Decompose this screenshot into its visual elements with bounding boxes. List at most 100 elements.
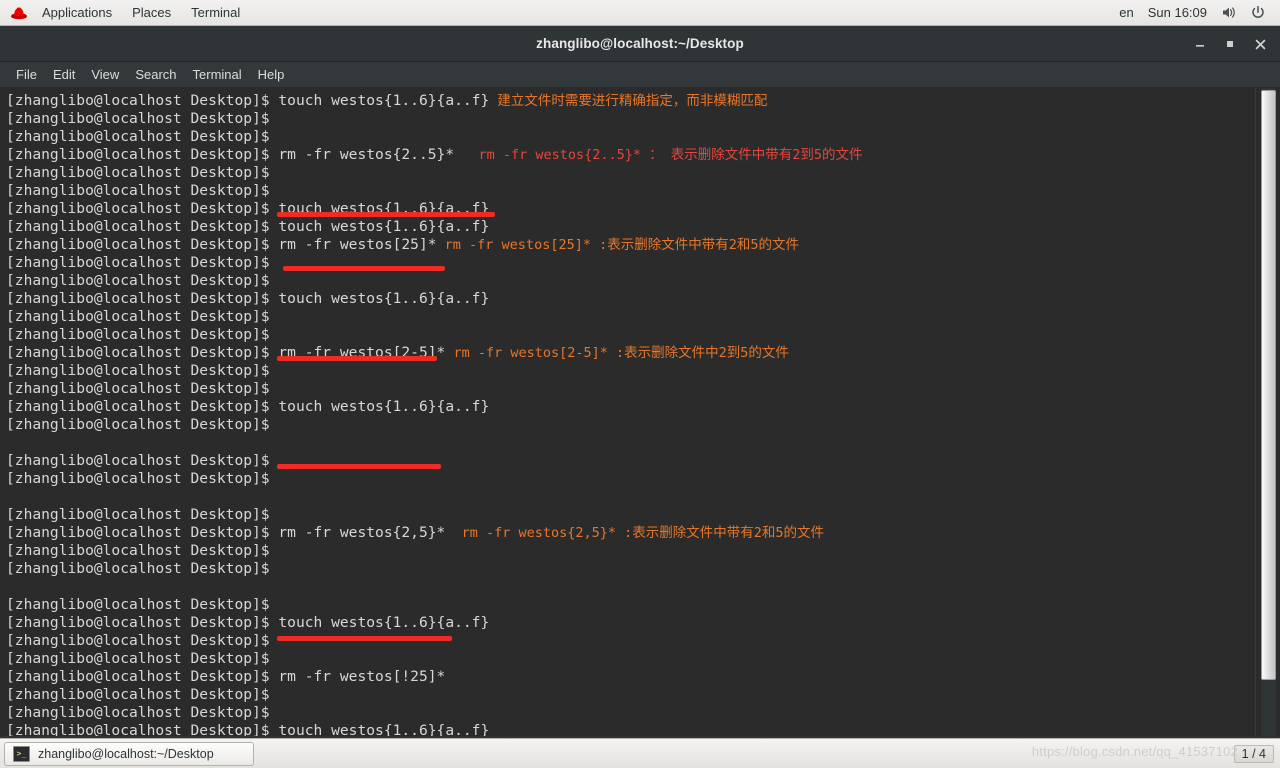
terminal-text-output[interactable]: [zhanglibo@localhost Desktop]$ touch wes… (0, 88, 1256, 736)
menubar-search[interactable]: Search (127, 62, 184, 87)
shell-prompt: [zhanglibo@localhost Desktop]$ (6, 380, 270, 397)
terminal-line: [zhanglibo@localhost Desktop]$ touch wes… (6, 218, 1256, 236)
shell-prompt: [zhanglibo@localhost Desktop]$ (6, 506, 270, 523)
terminal-line: [zhanglibo@localhost Desktop]$ rm -fr we… (6, 236, 1256, 254)
menu-applications-label: Applications (42, 5, 113, 20)
terminal-line: [zhanglibo@localhost Desktop]$ (6, 128, 1256, 146)
workspace-indicator[interactable]: 1 / 4 (1233, 744, 1274, 763)
screen: Applications Places Terminal en Sun 16:0… (0, 0, 1280, 768)
shell-prompt: [zhanglibo@localhost Desktop]$ (6, 326, 270, 343)
shell-prompt: [zhanglibo@localhost Desktop]$ (6, 596, 270, 613)
menu-applications[interactable]: Applications (32, 0, 122, 25)
terminal-line: [zhanglibo@localhost Desktop]$ (6, 704, 1256, 722)
terminal-line: [zhanglibo@localhost Desktop]$ (6, 254, 1256, 272)
menu-terminal[interactable]: Terminal (181, 0, 250, 25)
menubar-terminal[interactable]: Terminal (185, 62, 250, 87)
terminal-line: [zhanglibo@localhost Desktop]$ (6, 110, 1256, 128)
shell-command: rm -fr westos{2..5}* (269, 146, 455, 163)
menubar-edit[interactable]: Edit (45, 62, 83, 87)
annotation-text: rm -fr westos[2-5]* :表示删除文件中2到5的文件 (445, 345, 789, 361)
menu-terminal-label: Terminal (191, 5, 241, 20)
window-controls (1186, 26, 1274, 62)
terminal-line: [zhanglibo@localhost Desktop]$ (6, 650, 1256, 668)
shell-prompt: [zhanglibo@localhost Desktop]$ (6, 200, 270, 217)
minimize-icon[interactable] (1186, 30, 1214, 58)
terminal-line: [zhanglibo@localhost Desktop]$ touch wes… (6, 290, 1256, 308)
menubar-file[interactable]: File (8, 62, 45, 87)
terminal-line: [zhanglibo@localhost Desktop]$ (6, 632, 1256, 650)
gnome-top-panel: Applications Places Terminal en Sun 16:0… (0, 0, 1280, 26)
terminal-line: [zhanglibo@localhost Desktop]$ (6, 542, 1256, 560)
terminal-line: [zhanglibo@localhost Desktop]$ (6, 308, 1256, 326)
terminal-line: [zhanglibo@localhost Desktop]$ (6, 164, 1256, 182)
menu-places[interactable]: Places (122, 0, 181, 25)
shell-prompt: [zhanglibo@localhost Desktop]$ (6, 92, 270, 109)
menubar-terminal-label: Terminal (192, 67, 242, 82)
terminal-line: [zhanglibo@localhost Desktop]$ touch wes… (6, 200, 1256, 218)
shell-prompt: [zhanglibo@localhost Desktop]$ (6, 560, 270, 577)
shell-command: touch westos{1..6}{a..f} (269, 722, 490, 736)
language-indicator[interactable]: en (1113, 5, 1139, 20)
shell-prompt: [zhanglibo@localhost Desktop]$ (6, 614, 270, 631)
taskbar-window-button[interactable]: >_ zhanglibo@localhost:~/Desktop (4, 741, 254, 766)
terminal-line: [zhanglibo@localhost Desktop]$ touch wes… (6, 92, 1256, 110)
shell-prompt: [zhanglibo@localhost Desktop]$ (6, 290, 270, 307)
shell-prompt: [zhanglibo@localhost Desktop]$ (6, 218, 270, 235)
clock[interactable]: Sun 16:09 (1140, 5, 1215, 20)
terminal-line: [zhanglibo@localhost Desktop]$ rm -fr we… (6, 668, 1256, 686)
window-titlebar[interactable]: zhanglibo@localhost:~/Desktop (0, 26, 1280, 62)
menubar-help[interactable]: Help (250, 62, 293, 87)
shell-prompt: [zhanglibo@localhost Desktop]$ (6, 470, 270, 487)
shell-prompt: [zhanglibo@localhost Desktop]$ (6, 686, 270, 703)
annotation-text: rm -fr westos{2,5}* :表示删除文件中带有2和5的文件 (445, 525, 825, 541)
terminal-line: [zhanglibo@localhost Desktop]$ (6, 470, 1256, 488)
annotation-underline (277, 464, 441, 469)
terminal-line: [zhanglibo@localhost Desktop]$ touch wes… (6, 722, 1256, 736)
annotation-underline (277, 212, 495, 217)
top-panel-left: Applications Places Terminal (0, 0, 250, 25)
menubar-search-label: Search (135, 67, 177, 82)
shell-prompt: [zhanglibo@localhost Desktop]$ (6, 542, 270, 559)
taskbar-window-label: zhanglibo@localhost:~/Desktop (38, 746, 214, 761)
shell-prompt: [zhanglibo@localhost Desktop]$ (6, 110, 270, 127)
maximize-icon[interactable] (1216, 30, 1244, 58)
shell-prompt: [zhanglibo@localhost Desktop]$ (6, 704, 270, 721)
shell-prompt: [zhanglibo@localhost Desktop]$ (6, 398, 270, 415)
volume-icon[interactable] (1215, 5, 1244, 20)
menubar-view[interactable]: View (83, 62, 127, 87)
shell-prompt: [zhanglibo@localhost Desktop]$ (6, 344, 270, 361)
shell-command: touch westos{1..6}{a..f} (269, 290, 490, 307)
menubar-edit-label: Edit (52, 67, 76, 82)
annotation-underline (277, 636, 452, 641)
terminal-scrollbar[interactable] (1255, 88, 1280, 736)
terminal-line: [zhanglibo@localhost Desktop]$ rm -fr we… (6, 344, 1256, 362)
annotation-text: 建立文件时需要进行精确指定，而非模糊匹配 (489, 93, 768, 109)
shell-prompt: [zhanglibo@localhost Desktop]$ (6, 236, 270, 253)
shell-prompt: [zhanglibo@localhost Desktop]$ (6, 164, 270, 181)
menu-places-label: Places (132, 5, 172, 20)
terminal-line: [zhanglibo@localhost Desktop]$ (6, 452, 1256, 470)
annotation-underline (283, 266, 445, 271)
terminal-content-area[interactable]: [zhanglibo@localhost Desktop]$ touch wes… (0, 88, 1280, 736)
terminal-line: [zhanglibo@localhost Desktop]$ (6, 686, 1256, 704)
shell-prompt: [zhanglibo@localhost Desktop]$ (6, 362, 270, 379)
terminal-icon: >_ (13, 745, 30, 762)
shell-prompt: [zhanglibo@localhost Desktop]$ (6, 632, 270, 649)
shell-prompt: [zhanglibo@localhost Desktop]$ (6, 722, 270, 736)
shell-command: touch westos{1..6}{a..f} (269, 92, 490, 109)
power-icon[interactable] (1244, 5, 1272, 21)
shell-prompt: [zhanglibo@localhost Desktop]$ (6, 452, 270, 469)
shell-prompt: [zhanglibo@localhost Desktop]$ (6, 254, 270, 271)
close-icon[interactable] (1246, 30, 1274, 58)
shell-command: touch westos{1..6}{a..f} (269, 614, 490, 631)
redhat-logo-icon[interactable] (0, 5, 32, 21)
shell-prompt: [zhanglibo@localhost Desktop]$ (6, 524, 270, 541)
scrollbar-thumb[interactable] (1261, 90, 1276, 680)
annotation-underline (277, 356, 437, 361)
terminal-line: [zhanglibo@localhost Desktop]$ (6, 272, 1256, 290)
terminal-window: zhanglibo@localhost:~/Desktop File Edit … (0, 26, 1280, 738)
terminal-line: [zhanglibo@localhost Desktop]$ (6, 380, 1256, 398)
menubar-view-label: View (91, 67, 120, 82)
shell-prompt: [zhanglibo@localhost Desktop]$ (6, 272, 270, 289)
